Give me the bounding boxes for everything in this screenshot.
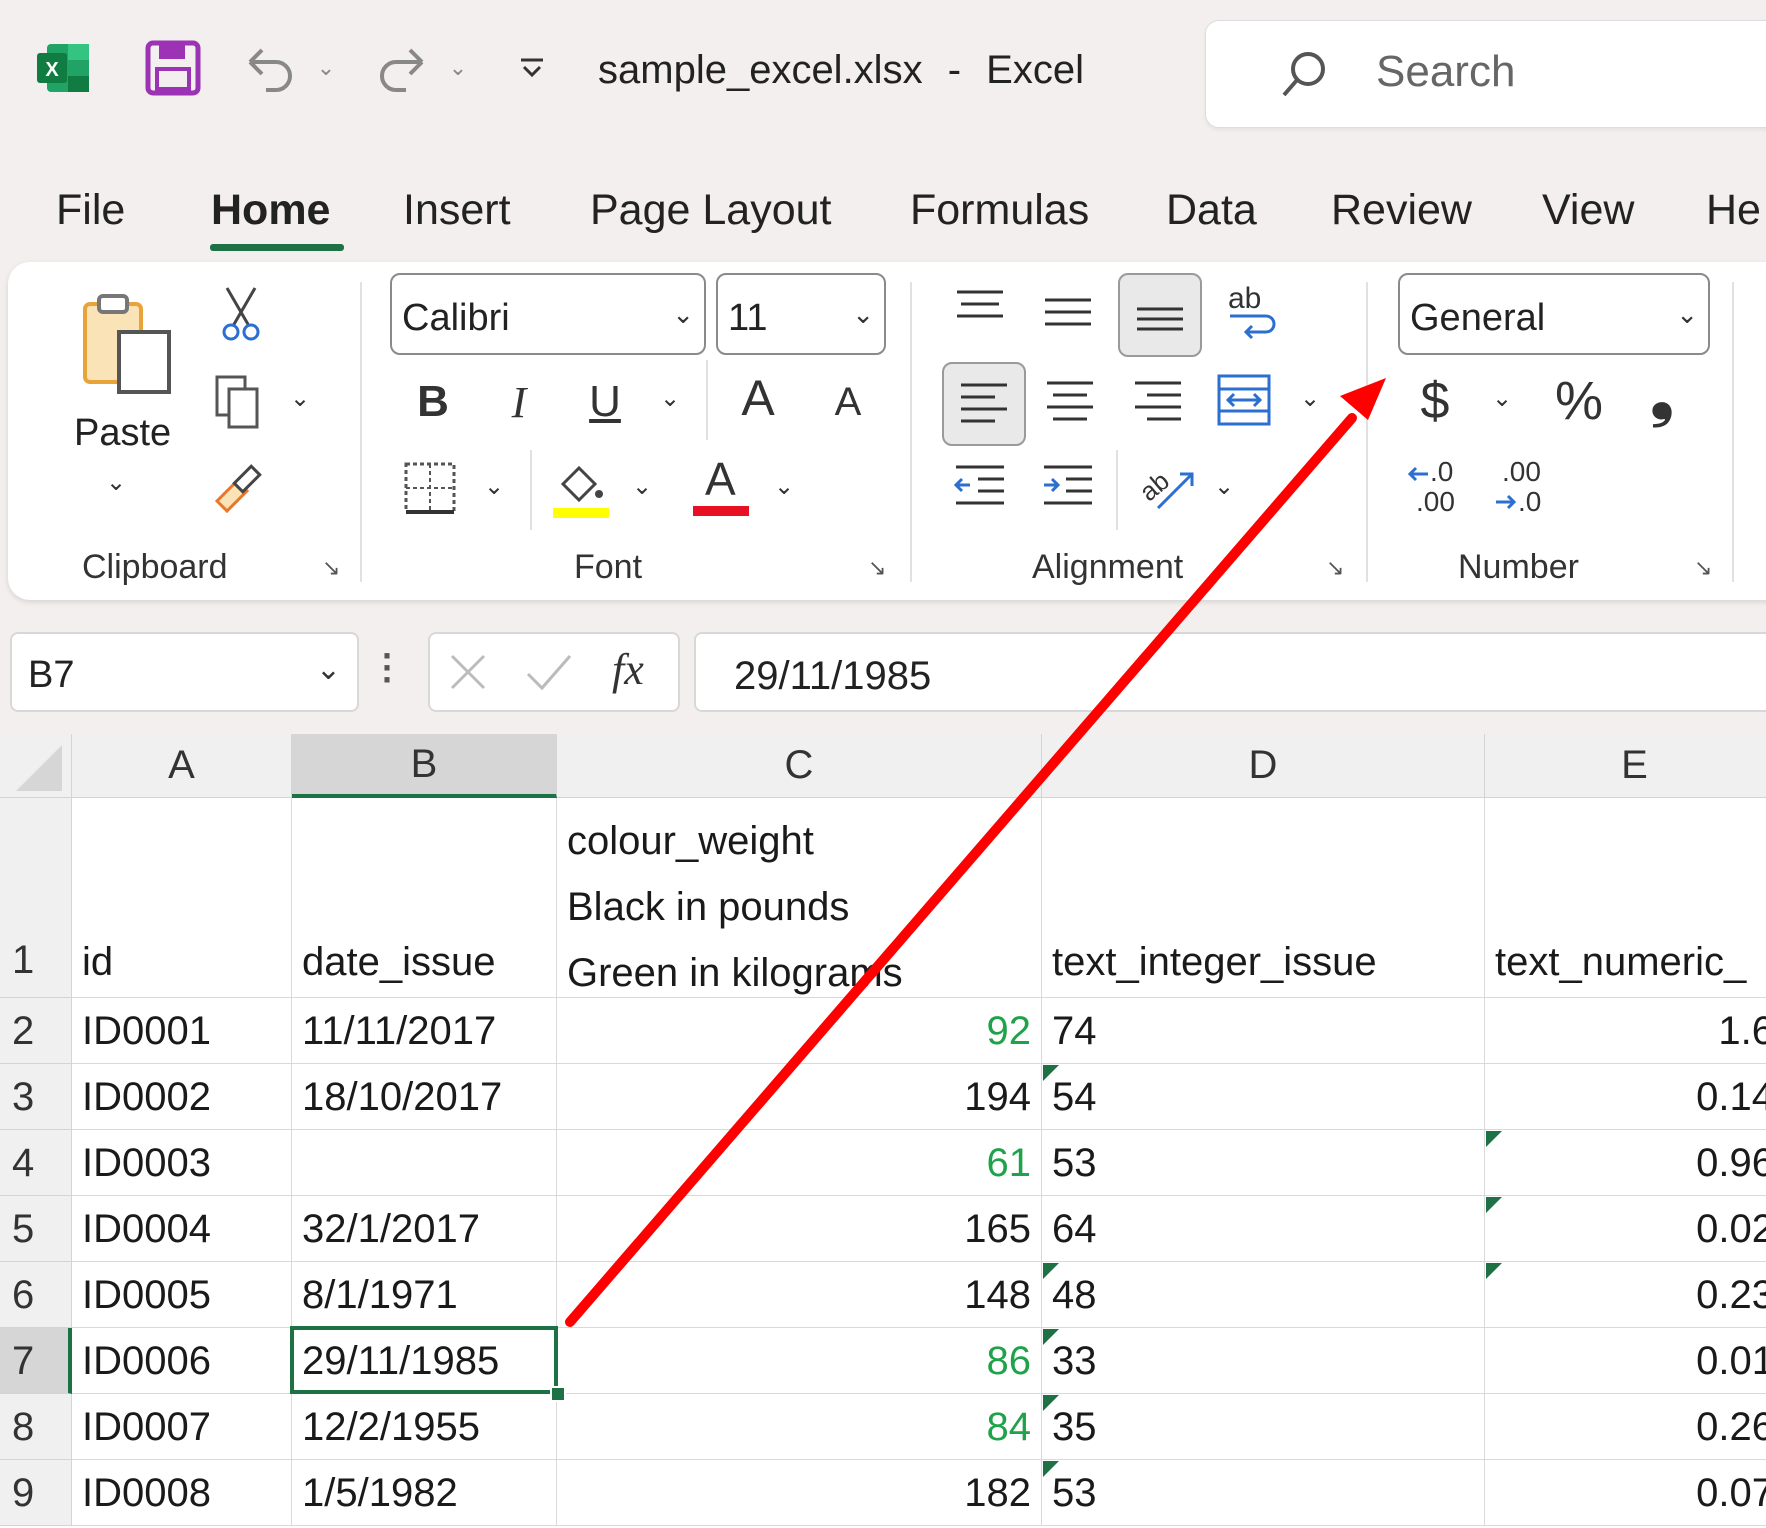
annotation-arrow-icon (565, 378, 1386, 1327)
